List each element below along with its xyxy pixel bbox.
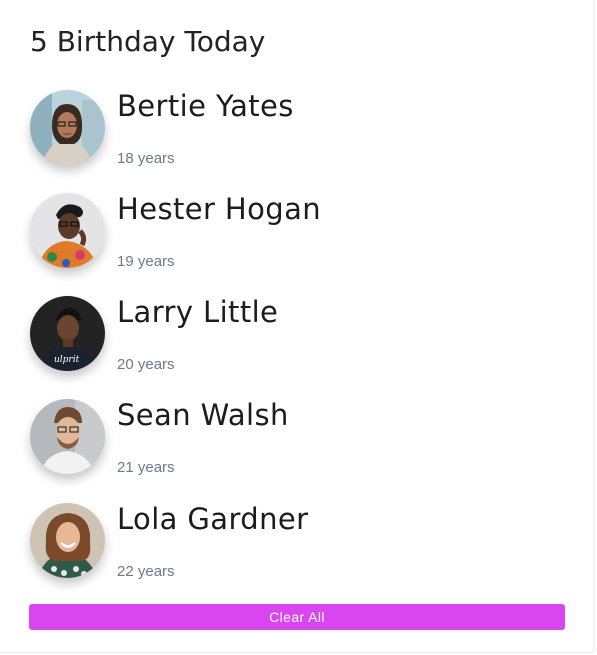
avatar — [30, 399, 105, 474]
person-name: Lola Gardner — [117, 502, 309, 536]
person-age: 18 years — [117, 150, 175, 167]
person-age: 20 years — [117, 356, 175, 373]
person-age: 22 years — [117, 563, 175, 580]
page-title: 5 Birthday Today — [30, 25, 266, 58]
list-item: ulprit Larry Little 20 years — [30, 295, 570, 386]
person-name: Sean Walsh — [117, 398, 289, 432]
clear-all-button[interactable]: Clear All — [29, 604, 565, 630]
avatar — [30, 193, 105, 268]
avatar-photo: ulprit — [30, 296, 105, 371]
avatar-photo — [30, 503, 105, 578]
svg-text:ulprit: ulprit — [54, 355, 80, 365]
list-item: Bertie Yates 18 years — [30, 89, 570, 180]
avatar-photo — [30, 90, 105, 165]
person-name: Larry Little — [117, 295, 279, 329]
person-name: Hester Hogan — [117, 192, 322, 226]
birthday-card: 5 Birthday Today Bertie Yates 18 years H… — [0, 0, 594, 653]
avatar: ulprit — [30, 296, 105, 371]
person-age: 21 years — [117, 459, 175, 476]
person-age: 19 years — [117, 253, 175, 270]
avatar-photo — [30, 193, 105, 268]
list-item: Sean Walsh 21 years — [30, 398, 570, 489]
avatar-photo — [30, 399, 105, 474]
list-item: Hester Hogan 19 years — [30, 192, 570, 283]
avatar — [30, 503, 105, 578]
list-item: Lola Gardner 22 years — [30, 502, 570, 593]
avatar — [30, 90, 105, 165]
person-name: Bertie Yates — [117, 89, 294, 123]
